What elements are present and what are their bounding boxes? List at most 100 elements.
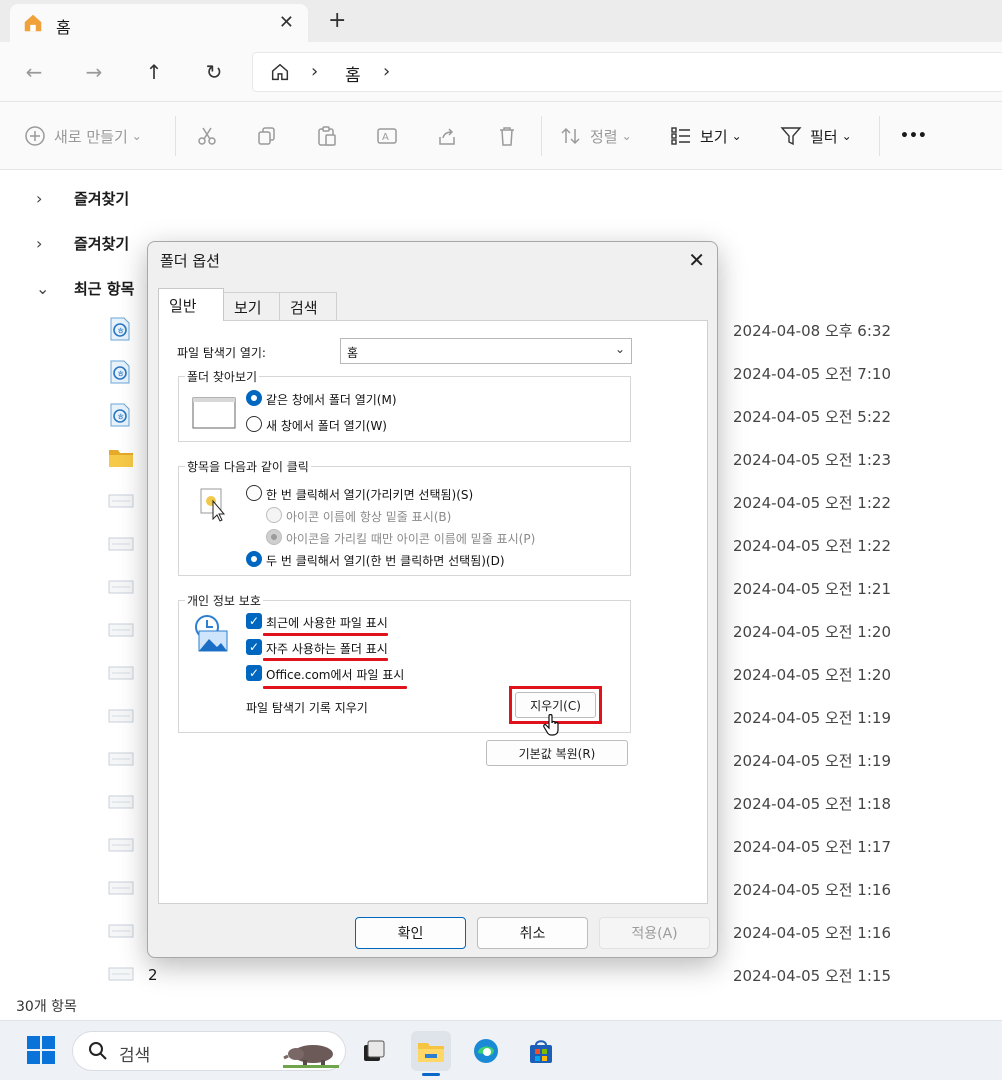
- open-explorer-select[interactable]: 홈 ⌄: [340, 338, 632, 364]
- image-thumbnail-icon: [108, 962, 134, 986]
- explorer-tab[interactable]: 홈 ✕: [10, 4, 308, 42]
- click-items-group: 항목을 다음과 같이 클릭 한 번 클릭해서 열기(가리키면 선택됨)(S) 아…: [178, 458, 631, 576]
- separator: [879, 116, 880, 156]
- image-thumbnail-icon: [108, 661, 134, 685]
- rename-icon[interactable]: A: [376, 122, 406, 150]
- cancel-button[interactable]: 취소: [477, 917, 588, 949]
- file-date: 2024-04-05 오전 1:16: [733, 924, 891, 942]
- folder-options-dialog: 폴더 옵션 ✕ 일반 보기 검색 파일 탐색기 열기: 홈 ⌄ 폴더 찾아보기 …: [147, 241, 718, 958]
- separator: [175, 116, 176, 156]
- file-explorer-taskbar-icon[interactable]: [411, 1031, 451, 1071]
- image-thumbnail-icon: [108, 489, 134, 513]
- windows-start-icon[interactable]: [26, 1035, 56, 1065]
- file-row[interactable]: 2 2024-04-05 오전 1:15: [0, 954, 1002, 997]
- new-window-radio[interactable]: [246, 416, 262, 432]
- group-title: 개인 정보 보호: [185, 592, 263, 609]
- more-options-button[interactable]: •••: [900, 122, 927, 150]
- close-tab-icon[interactable]: ✕: [279, 12, 294, 33]
- paste-icon[interactable]: [316, 122, 346, 150]
- svg-text:A: A: [382, 132, 389, 143]
- title-bar: 홈 ✕ +: [0, 0, 1002, 42]
- underline-always-label: 아이콘 이름에 항상 밑줄 표시(B): [286, 510, 452, 524]
- privacy-group: 개인 정보 보호 ✓ 최근에 사용한 파일 표시 ✓ 자주 사용하는 폴더 표시…: [178, 592, 631, 736]
- taskbar-search-placeholder: 검색: [119, 1046, 151, 1066]
- task-view-icon[interactable]: [354, 1031, 394, 1071]
- file-date: 2024-04-05 오전 1:16: [733, 881, 891, 899]
- office-files-checkbox[interactable]: ✓: [246, 665, 262, 681]
- double-click-label: 두 번 클릭해서 열기(한 번 클릭하면 선택됨)(D): [266, 554, 505, 568]
- view-button[interactable]: 보기 ⌄: [670, 122, 742, 150]
- new-window-label: 새 창에서 폴더 열기(W): [266, 419, 387, 433]
- close-icon[interactable]: ✕: [688, 248, 705, 272]
- underline-hover-radio: [266, 529, 282, 545]
- red-underline-annotation: [263, 633, 388, 636]
- file-name: 2: [148, 966, 158, 984]
- filter-button[interactable]: 필터 ⌄: [780, 122, 852, 150]
- back-arrow-icon[interactable]: ←: [20, 58, 48, 86]
- sort-button[interactable]: 정렬 ⌄: [560, 122, 632, 150]
- group-title: 항목을 다음과 같이 클릭: [185, 458, 311, 475]
- tab-view[interactable]: 보기: [223, 292, 280, 320]
- hwp-document-icon: ㅎ: [108, 317, 132, 341]
- cut-icon[interactable]: [196, 122, 226, 150]
- taskbar-search[interactable]: 검색: [72, 1031, 346, 1071]
- image-thumbnail-icon: [108, 833, 134, 857]
- sort-icon: [561, 127, 580, 145]
- delete-icon[interactable]: [496, 122, 526, 150]
- tab-title: 홈: [56, 18, 71, 37]
- file-date: 2024-04-05 오전 7:10: [733, 365, 891, 383]
- double-click-radio[interactable]: [246, 551, 262, 567]
- file-date: 2024-04-05 오전 1:20: [733, 623, 891, 641]
- tree-item-favorites[interactable]: › 즐겨찾기: [36, 185, 129, 211]
- tab-general[interactable]: 일반: [158, 288, 224, 321]
- microsoft-store-icon[interactable]: [521, 1031, 561, 1071]
- address-bar[interactable]: › 홈 ›: [252, 52, 1002, 92]
- hwp-document-icon: ㅎ: [108, 403, 132, 427]
- breadcrumb-home[interactable]: 홈: [345, 61, 361, 86]
- chevron-right-icon[interactable]: ›: [383, 61, 390, 82]
- home-icon: [24, 14, 42, 32]
- chevron-right-icon[interactable]: ›: [36, 234, 56, 253]
- image-thumbnail-icon: [108, 876, 134, 900]
- tree-item-label: 즐겨찾기: [74, 189, 130, 208]
- refresh-icon[interactable]: ↻: [200, 58, 228, 86]
- up-arrow-icon[interactable]: ↑: [140, 58, 168, 86]
- recent-files-checkbox[interactable]: ✓: [246, 613, 262, 629]
- file-date: 2024-04-05 오전 1:22: [733, 537, 891, 555]
- tree-item-label: 최근 항목: [74, 279, 135, 298]
- chevron-right-icon[interactable]: ›: [36, 189, 56, 208]
- same-window-label: 같은 창에서 폴더 열기(M): [266, 393, 397, 407]
- new-button[interactable]: 새로 만들기 ⌄: [24, 122, 142, 150]
- edge-browser-icon[interactable]: [466, 1031, 506, 1071]
- chevron-right-icon[interactable]: ›: [311, 61, 318, 82]
- separator: [541, 116, 542, 156]
- new-tab-icon[interactable]: +: [328, 10, 346, 32]
- tree-item-label: 즐겨찾기: [74, 234, 130, 253]
- share-icon[interactable]: [436, 122, 466, 150]
- new-button-label: 새로 만들기: [54, 127, 128, 146]
- ok-button[interactable]: 확인: [355, 917, 466, 949]
- file-date: 2024-04-05 오전 1:22: [733, 494, 891, 512]
- tree-item-recent[interactable]: ⌄ 최근 항목: [36, 275, 134, 301]
- clear-history-label: 파일 탐색기 기록 지우기: [246, 701, 368, 715]
- home-outline-icon: [271, 63, 289, 81]
- tree-item-favorites-2[interactable]: › 즐겨찾기: [36, 230, 129, 256]
- hand-pointer-icon: [543, 714, 559, 736]
- plus-circle-icon: [25, 126, 45, 146]
- file-date: 2024-04-05 오전 1:15: [733, 967, 891, 985]
- file-date: 2024-04-08 오후 6:32: [733, 322, 891, 340]
- image-thumbnail-icon: [108, 790, 134, 814]
- file-date: 2024-04-05 오전 1:18: [733, 795, 891, 813]
- frequent-folders-checkbox[interactable]: ✓: [246, 639, 262, 655]
- chevron-down-icon[interactable]: ⌄: [36, 279, 56, 298]
- tab-search[interactable]: 검색: [279, 292, 337, 320]
- privacy-clock-image-icon: [195, 615, 228, 652]
- forward-arrow-icon[interactable]: →: [80, 58, 108, 86]
- command-bar: 새로 만들기 ⌄ A 정렬 ⌄ 보기 ⌄ 필터 ⌄ •••: [0, 102, 1002, 170]
- restore-defaults-button[interactable]: 기본값 복원(R): [486, 740, 628, 766]
- copy-icon[interactable]: [256, 122, 286, 150]
- recent-files-label: 최근에 사용한 파일 표시: [266, 616, 388, 630]
- single-click-radio[interactable]: [246, 485, 262, 501]
- sort-label: 정렬: [590, 127, 618, 146]
- same-window-radio[interactable]: [246, 390, 262, 406]
